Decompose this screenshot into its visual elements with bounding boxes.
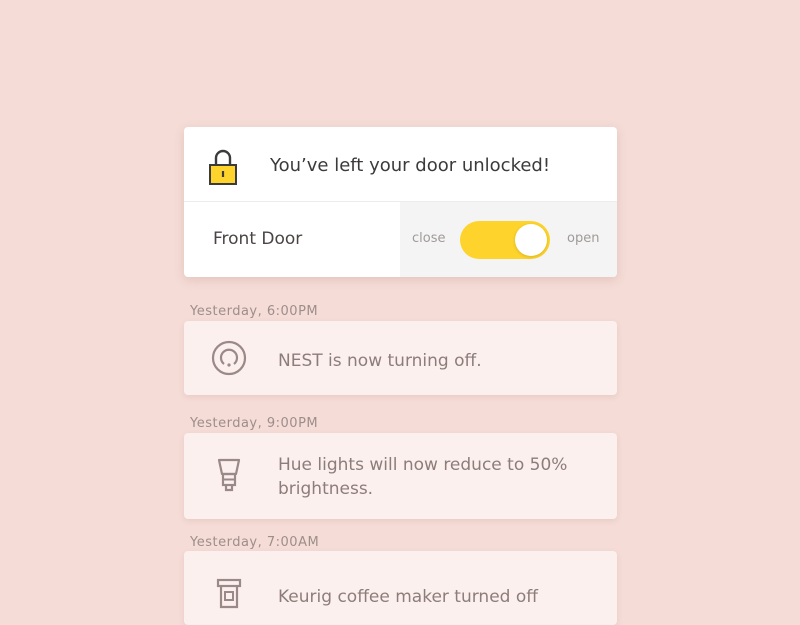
feed-timestamp: Yesterday, 9:00PM [190,416,319,431]
door-alert-card: You’ve left your door unlocked! Front Do… [184,127,617,277]
feed-item-keurig[interactable]: Keurig coffee maker turned off [184,551,617,625]
nest-thermostat-icon [210,339,248,377]
door-toggle-area: close open [400,202,617,277]
door-lock-toggle[interactable] [460,221,550,259]
feed-message: Keurig coffee maker turned off [278,587,538,607]
alert-title: You’ve left your door unlocked! [270,155,551,176]
light-bulb-icon [210,457,248,495]
lock-icon [208,149,238,185]
toggle-close-label: close [412,231,446,246]
coffee-maker-icon [210,577,248,615]
feed-timestamp: Yesterday, 6:00PM [190,304,319,319]
feed-item-nest[interactable]: NEST is now turning off. [184,321,617,395]
alert-header: You’ve left your door unlocked! [184,127,617,201]
feed-item-hue[interactable]: Hue lights will now reduce to 50% bright… [184,433,617,519]
toggle-open-label: open [567,231,600,246]
door-name-label: Front Door [213,229,303,249]
toggle-knob[interactable] [515,224,547,256]
feed-message: NEST is now turning off. [278,351,482,371]
door-row: Front Door close open [184,202,617,277]
feed-timestamp: Yesterday, 7:00AM [190,535,320,550]
feed-message: Hue lights will now reduce to 50% bright… [278,455,568,499]
